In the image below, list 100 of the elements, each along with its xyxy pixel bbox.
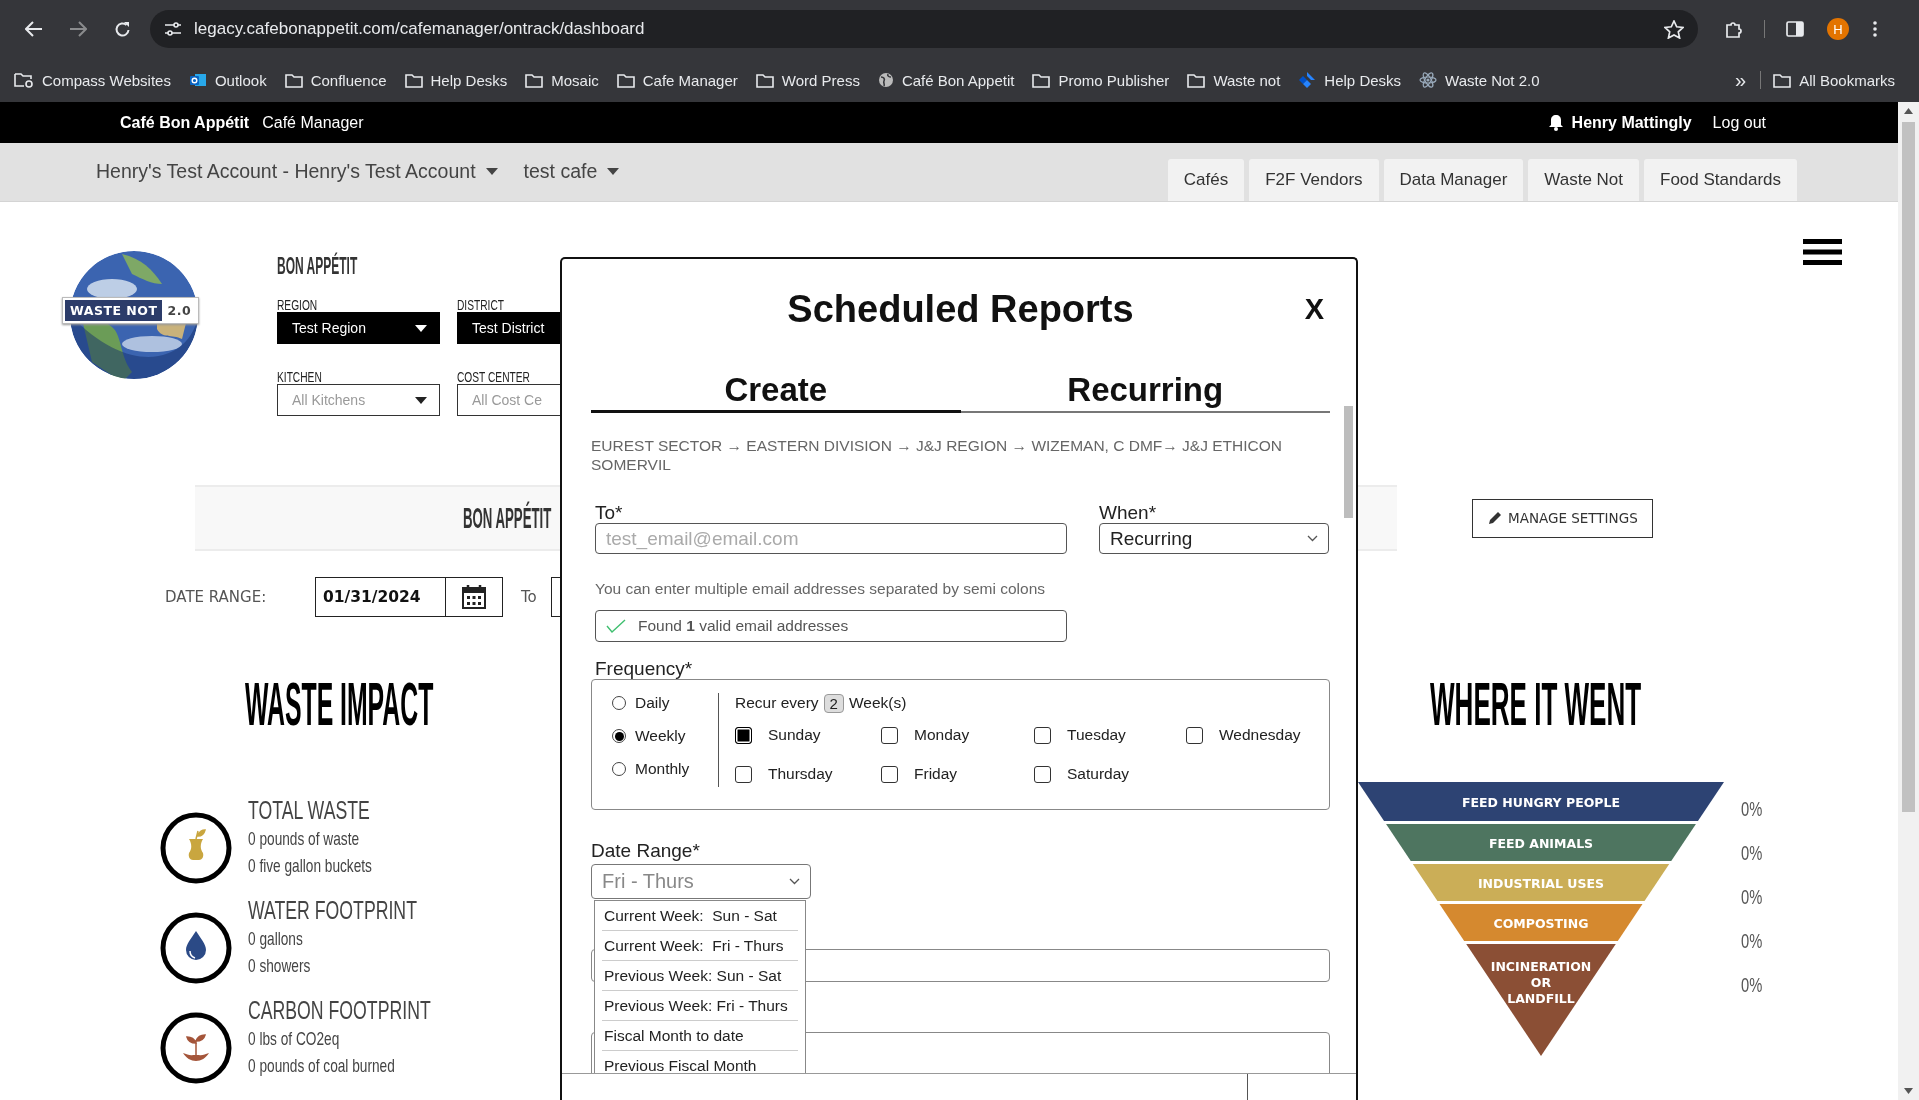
- site-settings-icon[interactable]: [164, 21, 182, 37]
- side-panel-icon: [1786, 21, 1804, 37]
- calendar-icon[interactable]: [461, 584, 487, 610]
- tier-label: INCINERATION OR LANDFILL: [1490, 959, 1592, 1006]
- folder-icon: [525, 72, 544, 88]
- field-label: When*: [1099, 502, 1158, 523]
- percent-value: 0%: [1741, 972, 1763, 998]
- dropdown-option[interactable]: Current Week: Sun - Sat: [602, 901, 798, 931]
- address-bar[interactable]: legacy.cafebonappetit.com/cafemanager/ontrack/dashboard: [150, 10, 1698, 48]
- bookmark-link[interactable]: Outlook: [184, 67, 281, 93]
- dropdown-option[interactable]: Current Week: Fri - Thurs: [602, 931, 798, 961]
- bookmark-link[interactable]: Help Desks: [400, 67, 522, 93]
- bell-icon[interactable]: [1547, 114, 1564, 131]
- recur-unit: Week(s): [848, 694, 907, 712]
- globe-icon: [877, 72, 894, 88]
- account-dropdown[interactable]: Henry's Test Account - Henry's Test Account: [96, 159, 498, 183]
- filter-label: COST CENTER: [457, 368, 530, 384]
- caret-icon: [415, 324, 427, 332]
- more-bookmarks-button[interactable]: »: [1729, 68, 1753, 92]
- close-button[interactable]: X: [1300, 293, 1328, 326]
- tier-label: FEED ANIMALS: [1488, 835, 1594, 851]
- bookmark-link[interactable]: Café Bon Appetit: [873, 67, 1029, 93]
- menu-icon[interactable]: [1803, 239, 1842, 265]
- day-checkbox[interactable]: Sunday: [735, 725, 881, 745]
- atom-icon: [1419, 71, 1438, 89]
- radio-option[interactable]: Daily: [612, 693, 718, 713]
- dropdown-option[interactable]: Fiscal Month to date: [602, 1021, 798, 1051]
- back-arrow-icon: [25, 21, 43, 37]
- folder-icon: [284, 72, 303, 88]
- scrollbar[interactable]: [1344, 406, 1353, 518]
- nav-tab[interactable]: Food Standards: [1644, 159, 1797, 201]
- logo-badge: WASTE NOT: [65, 300, 163, 321]
- tier-label: FEED HUNGRY PEOPLE: [1462, 794, 1620, 810]
- day-checkbox[interactable]: Thursday: [735, 764, 881, 784]
- day-checkbox[interactable]: Monday: [881, 725, 1034, 745]
- chevron-down-icon: [789, 878, 800, 885]
- validation-text: Found 1 valid email addresses: [638, 617, 849, 635]
- filter-select[interactable]: Test Region: [277, 312, 440, 344]
- nav-tab[interactable]: F2F Vendors: [1249, 159, 1379, 201]
- date-field[interactable]: 01/31/2024: [315, 577, 503, 617]
- filter-label: DISTRICT: [457, 296, 505, 312]
- bookmark-link[interactable]: Waste not: [1183, 67, 1295, 93]
- url-text: legacy.cafebonappetit.com/cafemanager/ontrack/dashboard: [194, 19, 646, 39]
- scroll-down-icon[interactable]: [1904, 1088, 1913, 1094]
- modal-tab[interactable]: Create: [591, 370, 961, 413]
- percent-value: 0%: [1741, 928, 1763, 954]
- day-checkbox[interactable]: Friday: [881, 764, 1034, 784]
- bookmark-link[interactable]: Cafe Manager: [612, 67, 752, 93]
- filter-label: KITCHEN: [277, 368, 322, 384]
- impact-value: 0 five gallon buckets: [248, 854, 373, 878]
- nav-tab[interactable]: Data Manager: [1383, 159, 1524, 201]
- bookmark-link[interactable]: Help Desks: [1294, 67, 1416, 93]
- email-field[interactable]: test_email@email.com: [595, 523, 1067, 554]
- dropdown-option[interactable]: Previous Week: Fri - Thurs: [602, 991, 798, 1021]
- star-icon[interactable]: [1664, 19, 1684, 39]
- day-checkbox[interactable]: Saturday: [1034, 764, 1186, 784]
- bookmark-link[interactable]: Waste Not 2.0: [1415, 67, 1554, 93]
- impact-title: TOTAL WASTE: [248, 795, 370, 825]
- logout-link[interactable]: Log out: [1712, 113, 1766, 132]
- dropdown-option[interactable]: Previous Fiscal Month: [602, 1051, 798, 1073]
- apple-core-icon: [159, 811, 233, 885]
- bookmark-link[interactable]: Mosaic: [521, 67, 613, 93]
- interval-field[interactable]: 2: [823, 693, 844, 713]
- field-label: Date Range*: [591, 840, 701, 861]
- when-select[interactable]: Recurring: [1099, 523, 1329, 554]
- impact-value: 0 pounds of coal burned: [248, 1054, 396, 1078]
- user-name: Henry Mattingly: [1571, 113, 1692, 132]
- mail-app-icon: [188, 72, 207, 88]
- manage-settings-button[interactable]: MANAGE SETTINGS: [1472, 498, 1653, 538]
- bookmark-link[interactable]: Promo Publisher: [1028, 67, 1184, 93]
- bookmark-link[interactable]: Compass Websites: [10, 67, 185, 93]
- radio-option[interactable]: Weekly: [612, 726, 718, 746]
- scrollbar[interactable]: [1898, 102, 1919, 1100]
- nav-tab[interactable]: Cafés: [1167, 159, 1245, 201]
- bookmark-link[interactable]: All Bookmarks: [1769, 67, 1909, 93]
- impact-title: WATER FOOTPRINT: [248, 895, 417, 925]
- water-drop-icon: [159, 911, 233, 985]
- folder-icon: [404, 72, 423, 88]
- banner-title: BON APPÉTIT: [463, 501, 552, 535]
- folder-icon: [1773, 72, 1792, 88]
- impact-value: 0 pounds of waste: [248, 827, 361, 851]
- pencil-icon: [1488, 511, 1502, 525]
- scroll-up-icon[interactable]: [1904, 108, 1913, 114]
- puzzle-icon: [1725, 20, 1743, 38]
- modal-tab[interactable]: Recurring: [960, 370, 1330, 413]
- folder-icon: [1187, 72, 1206, 88]
- section-title: WASTE IMPACT: [245, 673, 434, 735]
- bookmark-link[interactable]: Confluence: [280, 67, 401, 93]
- to-label: To: [521, 588, 537, 606]
- brand-logo-text: BON APPÉTIT: [277, 252, 358, 281]
- nav-tab[interactable]: Waste Not: [1528, 159, 1640, 201]
- cafe-dropdown[interactable]: test cafe: [523, 159, 620, 183]
- dropdown-option[interactable]: Previous Week: Sun - Sat: [602, 961, 798, 991]
- impact-value: 0 showers: [248, 954, 312, 978]
- radio-option[interactable]: Monthly: [612, 759, 718, 779]
- day-checkbox[interactable]: Tuesday: [1034, 725, 1186, 745]
- date-range-select[interactable]: Fri - Thurs: [591, 864, 811, 899]
- bookmark-link[interactable]: Word Press: [751, 67, 874, 93]
- day-checkbox[interactable]: Wednesday: [1186, 725, 1316, 745]
- chevron-stack-icon: [1298, 71, 1317, 89]
